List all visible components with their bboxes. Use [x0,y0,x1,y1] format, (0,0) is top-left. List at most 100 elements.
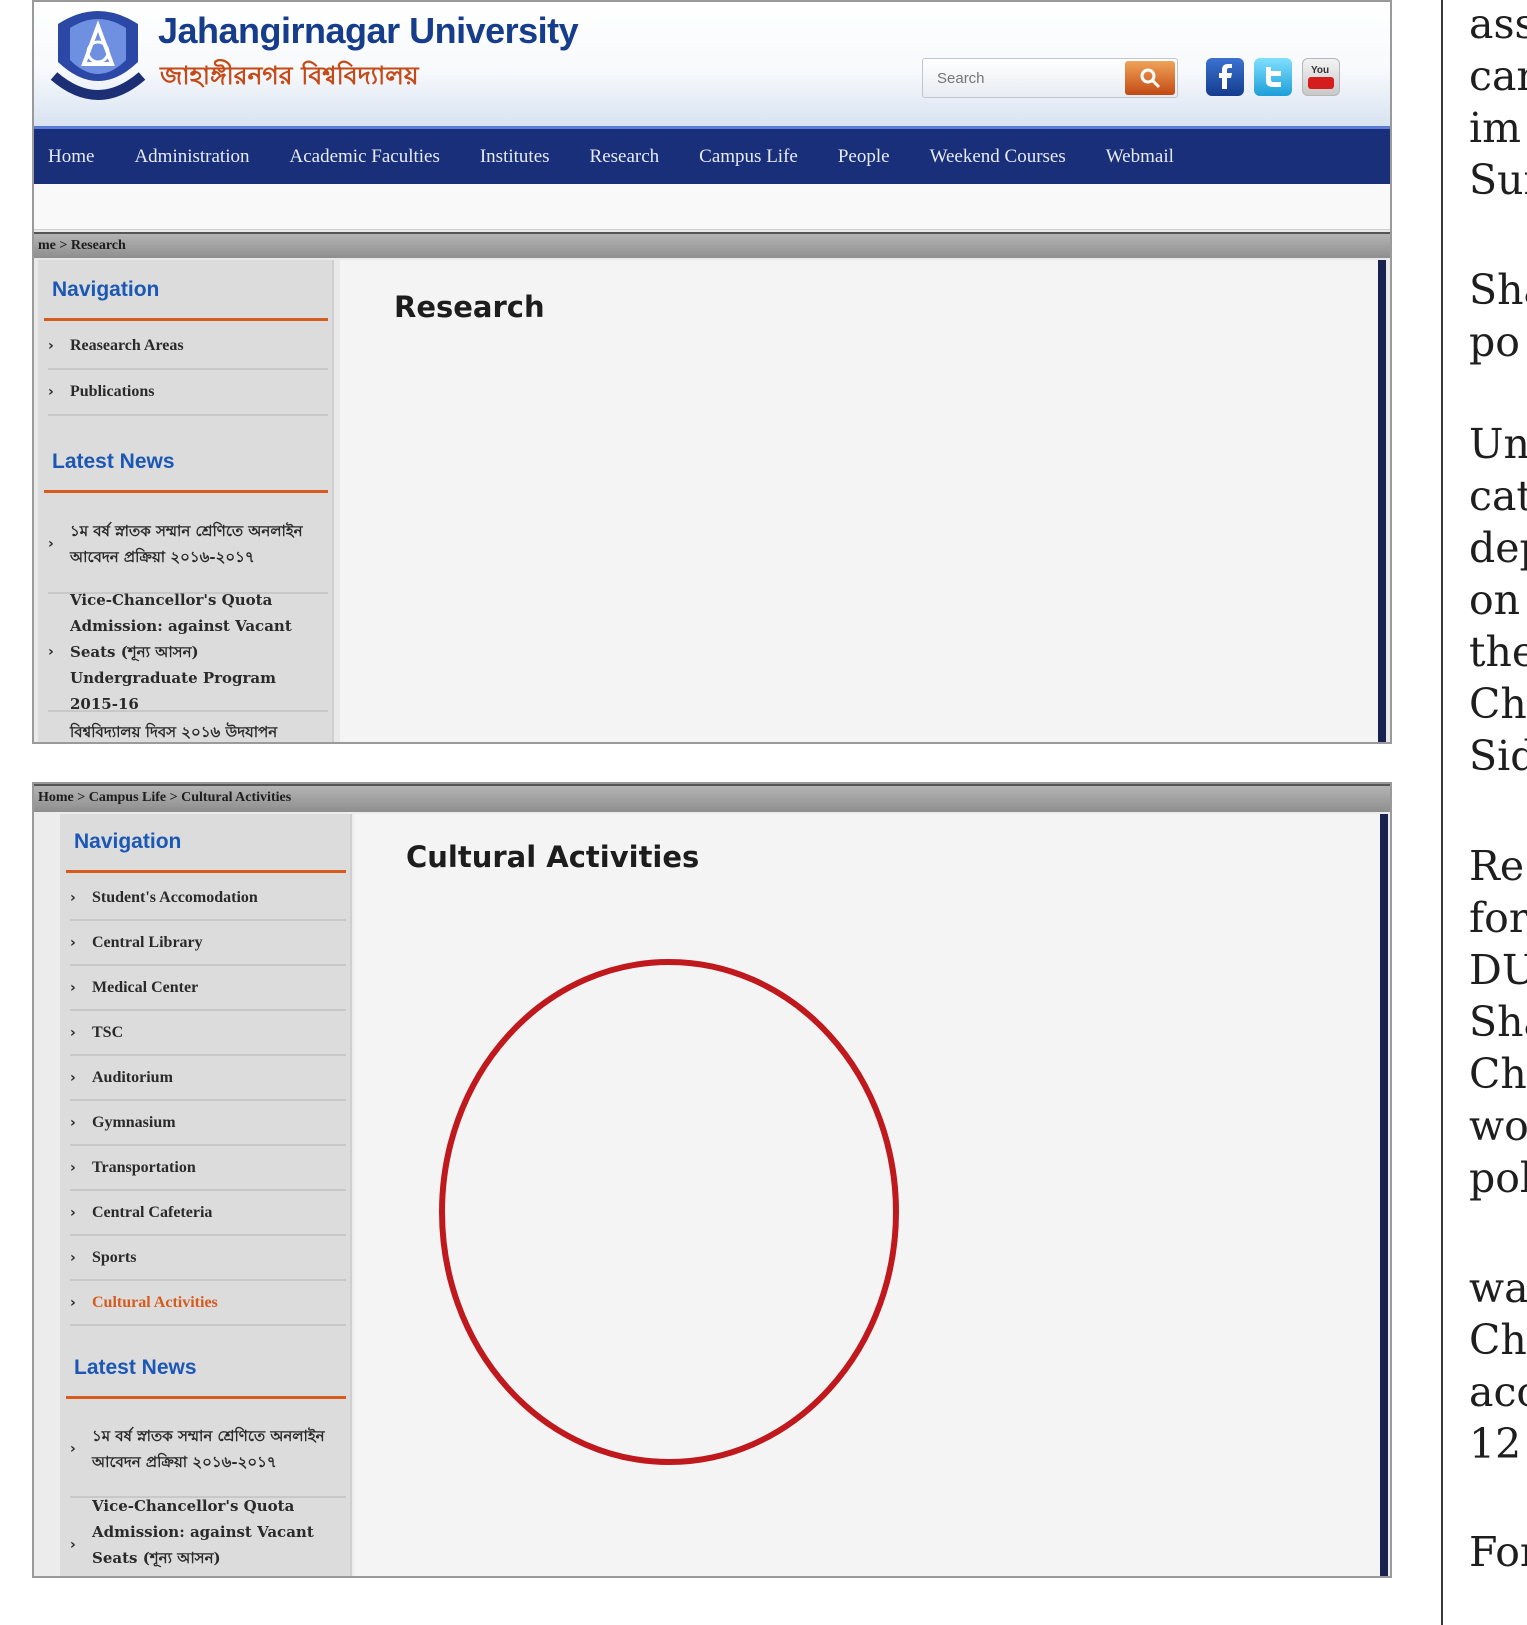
heading-divider [66,1396,346,1399]
search-box [922,58,1178,98]
column-word: the [1469,628,1527,676]
sidebar-item-label: Transportation [92,1158,196,1176]
column-word: For [1469,1528,1527,1576]
column-word: Ch [1469,1050,1527,1098]
page-title: Research [394,290,545,324]
column-word: car [1469,52,1527,100]
chevron-right-icon: › [70,1249,76,1266]
sidebar-item-transportation[interactable]: › Transportation [70,1146,346,1191]
highlight-circle [439,959,899,1465]
search-button[interactable] [1125,61,1175,95]
column-word: po [1469,318,1520,366]
heading-divider [44,318,328,321]
svg-text:You: You [1311,65,1329,76]
news-item[interactable]: বিশ্ববিদ্যালয় দিবস ২০১৬ উদযাপন [48,712,328,742]
chevron-right-icon: › [48,644,54,660]
sidebar-item-label: Publications [70,383,155,400]
sidebar: Navigation › Student's Accomodation › Centr… [60,814,352,1576]
nav-research[interactable]: Research [590,146,660,168]
latest-news-heading: Latest News [52,450,175,473]
column-word: wa [1469,1264,1527,1312]
research-page-screenshot: Jahangirnagar University জাহাঙ্গীরনগর বি… [32,0,1392,744]
news-item-text: ১ম বর্ষ স্নাতক সম্মান শ্রেণিতে অনলাইন আব… [70,522,303,566]
sidebar-item-gymnasium[interactable]: › Gymnasium [70,1101,346,1146]
sidebar-item-student-s-accomodation[interactable]: › Student's Accomodation [70,876,346,921]
sidebar-item-label: Central Library [92,933,203,951]
column-word: Sha [1469,266,1527,314]
twitter-icon[interactable] [1254,58,1292,96]
nav-weekend-courses[interactable]: Weekend Courses [930,146,1066,168]
column-word: acc [1469,1368,1527,1416]
column-word: ass [1469,0,1527,48]
sidebar: Navigation › Reasearch Areas › Publicati… [38,260,334,742]
heading-divider [44,490,328,493]
sidebar-item-medical-center[interactable]: › Medical Center [70,966,346,1011]
heading-divider [66,870,346,873]
search-input[interactable] [923,59,1123,97]
sidebar-item-publications[interactable]: › Publications [48,370,328,416]
sidebar-item-label: Student's Accomodation [92,888,258,906]
nav-campus-life[interactable]: Campus Life [699,146,798,168]
column-word: Sur [1469,156,1527,204]
sidebar-item-label: TSC [92,1023,124,1041]
nav-webmail[interactable]: Webmail [1106,146,1174,168]
breadcrumb[interactable]: me > Research [34,232,1390,258]
sidebar-item-sports[interactable]: › Sports [70,1236,346,1281]
news-item-text: Vice-Chancellor's Quota Admission: again… [92,1497,314,1576]
chevron-right-icon: › [70,1537,76,1553]
chevron-right-icon: › [70,1294,76,1311]
sidebar-item-research-areas[interactable]: › Reasearch Areas [48,324,328,370]
chevron-right-icon: › [70,889,76,906]
column-word: cat [1469,472,1527,520]
logo-emblem-icon[interactable] [48,4,148,108]
column-word: Un [1469,420,1527,468]
university-name-en: Jahangirnagar University [158,10,579,51]
sidebar-item-label: Reasearch Areas [70,337,184,354]
sub-header-bar [34,184,1390,230]
column-word: pol [1469,1154,1527,1202]
nav-academic-faculties[interactable]: Academic Faculties [290,146,440,168]
navigation-heading: Navigation [52,278,160,301]
column-word: Re [1469,842,1525,890]
chevron-right-icon: › [70,1114,76,1131]
newspaper-text-column: asscarimSurShapoUncatdepontheChSidReforD… [1469,0,1527,1625]
youtube-icon[interactable]: You [1302,58,1340,96]
sidebar-item-cultural-activities[interactable]: › Cultural Activities [70,1281,346,1326]
sidebar-item-central-library[interactable]: › Central Library [70,921,346,966]
column-word: wo [1469,1102,1527,1150]
column-word: Ch [1469,1316,1527,1364]
news-item[interactable]: › ১ম বর্ষ স্নাতক সম্মান শ্রেণিতে অনলাইন … [48,496,328,594]
sidebar-item-auditorium[interactable]: › Auditorium [70,1056,346,1101]
news-item[interactable]: › Vice-Chancellor's Quota Admission: aga… [70,1497,346,1576]
column-word: 12 [1469,1420,1522,1468]
sidebar-item-label: Sports [92,1248,137,1266]
column-word: Ch [1469,680,1527,728]
sidebar-item-label: Auditorium [92,1068,173,1086]
column-word: Sha [1469,998,1527,1046]
site-header: Jahangirnagar University জাহাঙ্গীরনগর বি… [34,2,1390,128]
column-word: im [1469,104,1521,152]
nav-administration[interactable]: Administration [134,146,249,168]
sidebar-item-central-cafeteria[interactable]: › Central Cafeteria [70,1191,346,1236]
news-item[interactable]: › Vice-Chancellor's Quota Admission: aga… [48,591,328,713]
column-word: on [1469,576,1521,624]
sidebar-item-tsc[interactable]: › TSC [70,1011,346,1056]
chevron-right-icon: › [70,1159,76,1176]
chevron-right-icon: › [48,536,54,552]
news-item-text: ১ম বর্ষ স্নাতক সম্মান শ্রেণিতে অনলাইন আব… [92,1427,325,1471]
chevron-right-icon: › [70,1204,76,1221]
nav-institutes[interactable]: Institutes [480,146,550,168]
chevron-right-icon: › [70,979,76,996]
main-content: Research [340,260,1386,742]
breadcrumb[interactable]: Home > Campus Life > Cultural Activities [34,784,1390,812]
nav-people[interactable]: People [838,146,890,168]
navigation-heading: Navigation [74,830,182,853]
page-title: Cultural Activities [406,840,700,874]
nav-home[interactable]: Home [48,146,94,168]
sidebar-item-label: Medical Center [92,978,199,996]
facebook-icon[interactable] [1206,58,1244,96]
column-word: DU [1469,946,1527,994]
news-item[interactable]: › ১ম বর্ষ স্নাতক সম্মান শ্রেণিতে অনলাইন … [70,1402,346,1498]
column-word: Sid [1469,732,1527,780]
search-icon [1140,68,1161,89]
